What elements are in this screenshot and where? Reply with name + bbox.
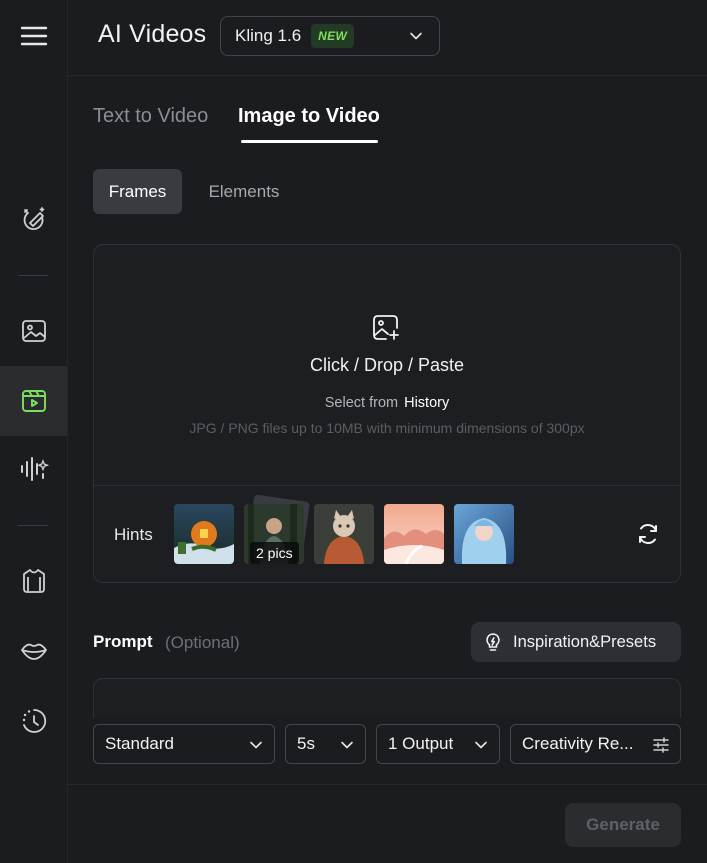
hint-thumbnail-blue-hair-girl[interactable] (454, 504, 514, 564)
header: AI Videos Kling 1.6 NEW (68, 0, 707, 76)
hint-thumbnail-pumpkin-house[interactable] (174, 504, 234, 564)
inspiration-presets-button[interactable]: Inspiration&Presets (471, 622, 681, 662)
prompt-optional-label: (Optional) (165, 633, 240, 652)
chevron-down-icon (475, 741, 487, 749)
model-label: Kling 1.6 (235, 26, 302, 45)
thumbnail-image (314, 504, 374, 564)
generate-button[interactable]: Generate (565, 803, 681, 847)
hint-thumbnail-forest-portrait[interactable]: 2 pics (244, 494, 310, 564)
new-badge: NEW (311, 24, 355, 48)
sidebar (0, 0, 68, 863)
prompt-textarea[interactable] (93, 678, 681, 718)
tab-image-to-video[interactable]: Image to Video (238, 105, 380, 128)
image-icon (21, 320, 46, 342)
shirt-icon (22, 569, 45, 593)
chevron-down-icon (341, 741, 353, 749)
menu-button[interactable] (0, 14, 67, 58)
model-select[interactable]: Kling 1.6 NEW (220, 16, 440, 56)
creativity-label: Creativity Re... (522, 734, 634, 753)
sidebar-item-audio[interactable] (0, 446, 67, 492)
sidebar-item-magic[interactable] (0, 196, 67, 242)
tab-elements[interactable]: Elements (196, 169, 292, 214)
history-clock-icon (22, 709, 46, 733)
sidebar-item-lipsync[interactable] (0, 628, 67, 674)
hint-thumbnail-pastel-landscape[interactable] (384, 504, 444, 564)
history-link[interactable]: History (404, 395, 449, 411)
chevron-down-icon (250, 741, 262, 749)
footer-divider (68, 784, 707, 785)
active-tab-indicator (241, 140, 378, 143)
upload-dropzone[interactable]: Click / Drop / Paste Select from History … (93, 244, 681, 583)
magic-pen-icon (23, 207, 44, 230)
chevron-down-icon (410, 32, 422, 40)
duration-select-value: 5s (297, 734, 315, 753)
thumbnail-image (454, 504, 514, 564)
hints-bar: Hints 2 pics (94, 485, 680, 582)
mode-select[interactable]: Standard (93, 724, 275, 764)
select-from-label: Select from (324, 395, 399, 411)
hints-label: Hints (114, 525, 153, 544)
tab-text-to-video[interactable]: Text to Video (93, 105, 208, 128)
page-title: AI Videos (98, 20, 207, 48)
sidebar-divider (18, 525, 48, 526)
sidebar-item-images[interactable] (0, 308, 67, 354)
creativity-settings-button[interactable]: Creativity Re... (510, 724, 681, 764)
lips-icon (20, 643, 47, 660)
mode-select-value: Standard (105, 734, 174, 753)
menu-icon (20, 26, 47, 46)
sidebar-item-history[interactable] (0, 698, 67, 744)
tab-frames[interactable]: Frames (93, 169, 182, 214)
thumbnail-image (174, 504, 234, 564)
audio-sparkle-icon (20, 457, 49, 481)
video-icon (21, 390, 46, 412)
sidebar-item-tryon[interactable] (0, 558, 67, 604)
thumbnail-count-badge: 2 pics (250, 542, 299, 564)
duration-select[interactable]: 5s (285, 724, 366, 764)
select-from-line: Select from History (94, 395, 680, 411)
upload-requirements: JPG / PNG files up to 10MB with minimum … (189, 420, 585, 436)
thumbnail-image (384, 504, 444, 564)
sliders-icon (653, 737, 669, 753)
lightbulb-icon (486, 633, 500, 651)
prompt-label: Prompt (93, 632, 153, 651)
refresh-icon[interactable] (636, 522, 660, 546)
output-count-select[interactable]: 1 Output (376, 724, 500, 764)
add-image-icon (373, 315, 399, 340)
sidebar-item-videos[interactable] (0, 366, 67, 436)
output-count-value: 1 Output (388, 734, 454, 753)
upload-title: Click / Drop / Paste (309, 355, 465, 375)
sidebar-divider (18, 275, 48, 276)
inspiration-presets-label: Inspiration&Presets (513, 632, 657, 651)
hint-thumbnail-cat-portrait[interactable] (314, 504, 374, 564)
